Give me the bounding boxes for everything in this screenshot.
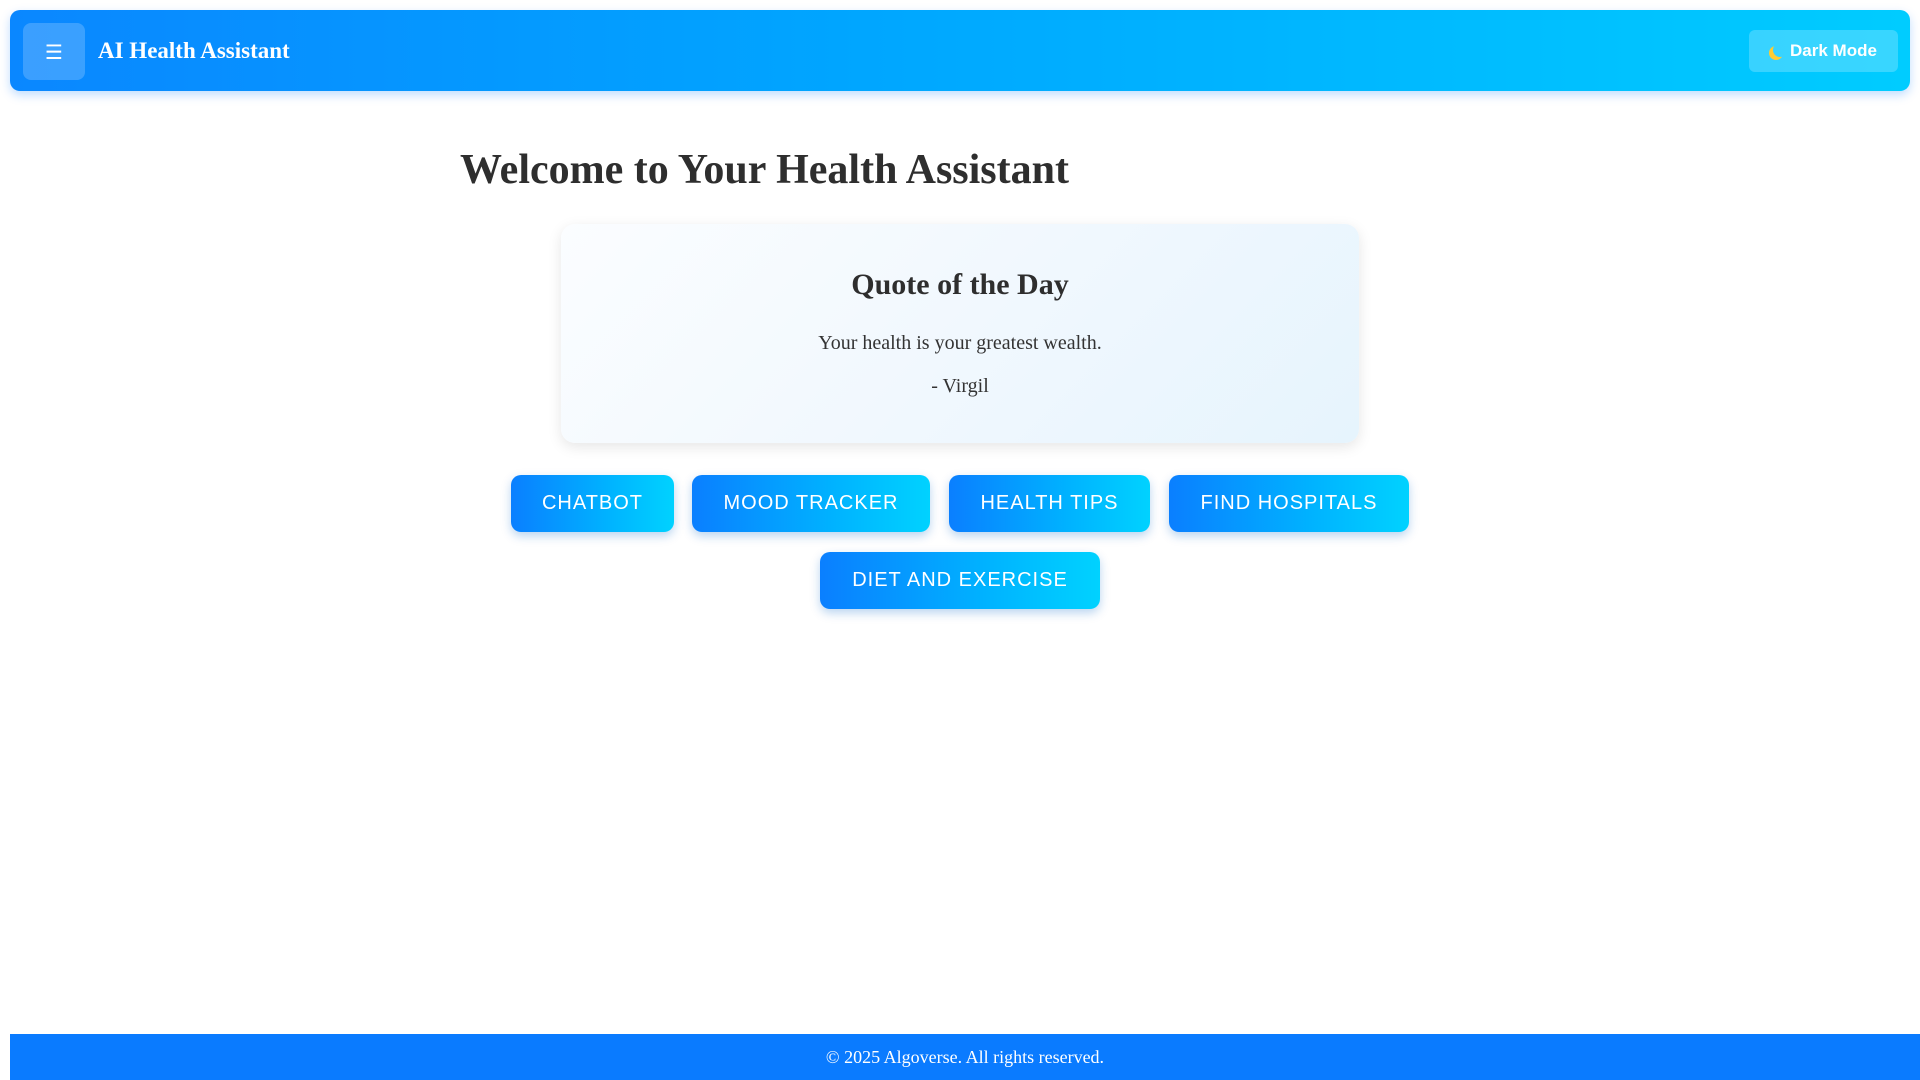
menu-toggle-button[interactable]: ☰ — [23, 23, 85, 80]
find-hospitals-button[interactable]: FIND HOSPITALS — [1169, 475, 1409, 532]
dark-mode-button[interactable]: Dark Mode — [1749, 30, 1898, 72]
quote-text: Your health is your greatest wealth. — [818, 332, 1102, 354]
moon-icon — [1773, 43, 1787, 57]
footer: © 2025 Algoverse. All rights reserved. — [10, 1034, 1920, 1080]
quote-heading: Quote of the Day — [851, 268, 1069, 301]
hamburger-menu-icon: ☰ — [45, 39, 63, 64]
health-tips-button[interactable]: HEALTH TIPS — [949, 475, 1150, 532]
footer-copyright: © 2025 Algoverse. All rights reserved. — [825, 1046, 1105, 1067]
app-title: AI Health Assistant — [98, 37, 290, 63]
diet-and-exercise-button[interactable]: DIET AND EXERCISE — [820, 552, 1100, 609]
dark-mode-label: Dark Mode — [1790, 41, 1877, 60]
page-title: Welcome to Your Health Assistant — [460, 147, 1069, 193]
quote-author: - Virgil — [931, 375, 989, 397]
quote-card: Quote of the Day Your health is your gre… — [561, 224, 1359, 443]
mood-tracker-button[interactable]: MOOD TRACKER — [692, 475, 930, 532]
chatbot-button[interactable]: CHATBOT — [511, 475, 674, 532]
top-navbar: ☰ AI Health Assistant Dark Mode — [10, 10, 1910, 91]
